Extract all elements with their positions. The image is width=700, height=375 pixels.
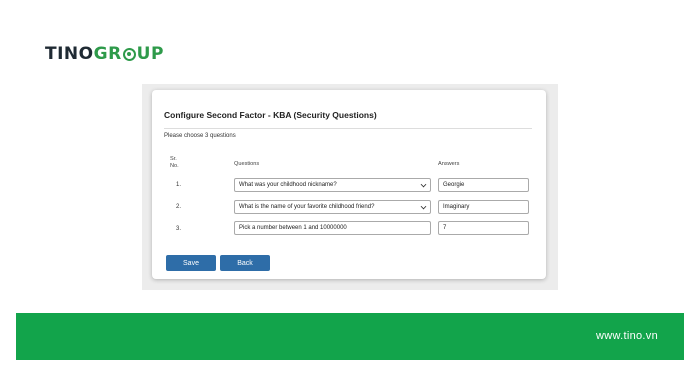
column-header-sr-no: Sr. No. [170,156,179,170]
question-select-2[interactable]: What is the name of your favorite childh… [234,200,431,214]
question-select-1[interactable]: What was your childhood nickname? [234,178,431,192]
footer-url: www.tino.vn [596,330,658,342]
tinogroup-logo: TINO GR UP [45,44,164,64]
logo-text-tino: TINO [45,44,94,64]
kba-config-card: Configure Second Factor - KBA (Security … [152,90,546,279]
save-button[interactable]: Save [166,255,216,271]
screenshot-frame: Configure Second Factor - KBA (Security … [142,84,558,290]
question-select-value: What is the name of your favorite childh… [239,204,375,210]
sr-line2: No. [170,163,179,169]
title-divider [164,128,532,129]
footer-bar: www.tino.vn [16,313,684,360]
answer-input-2[interactable]: Imaginary [438,200,529,214]
answer-input-3[interactable]: 7 [438,221,529,235]
column-header-questions: Questions [234,161,260,167]
column-header-answers: Answers [438,161,460,167]
question-select-value: What was your childhood nickname? [239,182,337,188]
row-number: 2. [176,204,182,210]
page-title: Configure Second Factor - KBA (Security … [164,110,377,120]
answer-input-1[interactable]: Georgie [438,178,529,192]
logo-text-up: UP [136,44,164,64]
question-input-3[interactable]: Pick a number between 1 and 10000000 [234,221,431,235]
globe-icon [122,47,136,61]
instruction-text: Please choose 3 questions [164,133,236,139]
chevron-down-icon [420,181,427,188]
back-button[interactable]: Back [220,255,270,271]
logo-text-gr: GR [93,44,122,64]
row-number: 1. [176,182,182,188]
sr-line1: Sr. [170,156,177,162]
chevron-down-icon [420,203,427,210]
row-number: 3. [176,226,182,232]
